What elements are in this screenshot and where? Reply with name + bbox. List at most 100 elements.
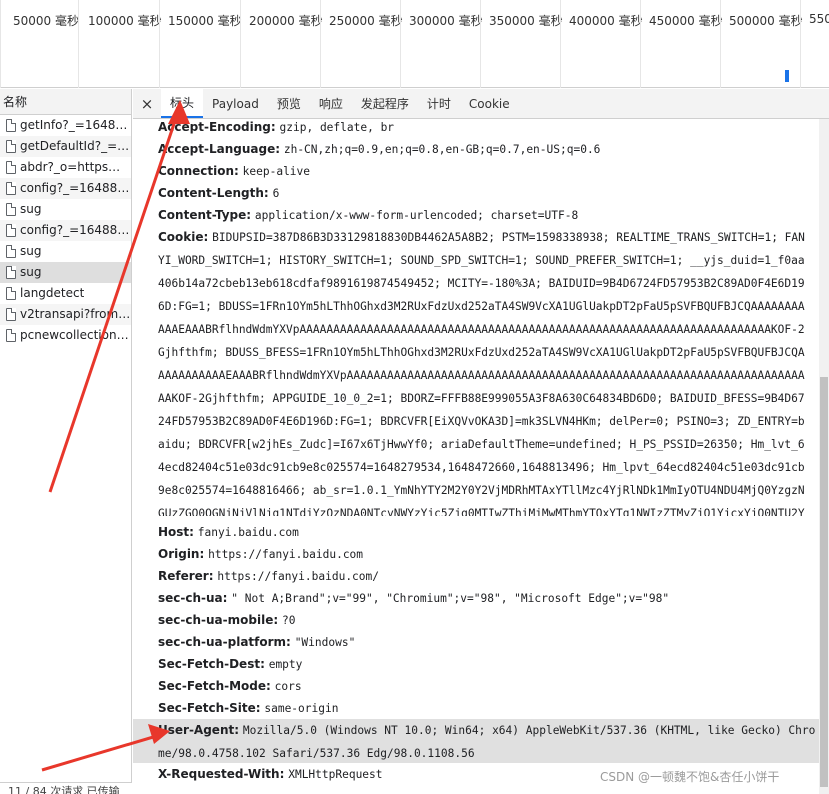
request-name: config?_=164881... [20, 181, 131, 195]
file-icon [6, 140, 16, 153]
tab-response[interactable]: 响应 [310, 89, 352, 118]
timeline-tick: 150000 毫秒 [159, 0, 242, 88]
header-value: Mozilla/5.0 (Windows NT 10.0; Win64; x64… [158, 724, 816, 760]
header-name: Referer: [158, 569, 214, 583]
header-value: ?0 [281, 614, 296, 627]
scrollbar-thumb[interactable] [820, 377, 828, 787]
request-row[interactable]: sug [0, 241, 131, 262]
network-timeline[interactable]: 50000 毫秒 100000 毫秒 150000 毫秒 200000 毫秒 2… [0, 0, 829, 88]
request-row[interactable]: config?_=164881... [0, 178, 131, 199]
tab-headers[interactable]: 标头 [161, 89, 204, 118]
header-row: sec-ch-ua-platform: "Windows" [158, 631, 811, 654]
timeline-tick-label: 350000 毫秒 [489, 14, 563, 28]
timeline-tick-label: 200000 毫秒 [249, 14, 323, 28]
timeline-tick-label: 150000 毫秒 [168, 14, 242, 28]
header-name: Accept-Language: [158, 142, 281, 156]
header-value: application/x-www-form-urlencoded; chars… [254, 209, 579, 222]
header-name: Host: [158, 525, 194, 539]
timeline-tick: 350000 毫秒 [480, 0, 563, 88]
file-icon [6, 161, 16, 174]
timeline-tick-label: 400000 毫秒 [569, 14, 643, 28]
timeline-tick: 500000 毫秒 [720, 0, 803, 88]
header-name: Connection: [158, 164, 239, 178]
header-name: Sec-Fetch-Site: [158, 701, 261, 715]
timeline-tick-label: 50000 毫秒 [13, 14, 79, 28]
header-name: Sec-Fetch-Dest: [158, 657, 265, 671]
request-row[interactable]: getInfo?_=164881... [0, 115, 131, 136]
header-row-cookie: Cookie: BIDUPSID=387D86B3D33129818830DB4… [158, 226, 811, 516]
header-row: Referer: https://fanyi.baidu.com/ [158, 565, 811, 588]
close-icon[interactable]: × [133, 89, 161, 118]
header-row: Sec-Fetch-Dest: empty [158, 653, 811, 676]
header-row: Sec-Fetch-Mode: cors [158, 675, 811, 698]
file-icon [6, 119, 16, 132]
header-name: Origin: [158, 547, 205, 561]
header-value: BIDUPSID=387D86B3D33129818830DB4462A5A8B… [158, 231, 805, 516]
request-name: sug [20, 202, 42, 216]
timeline-request-marker [785, 70, 789, 82]
header-row: sec-ch-ua-mobile: ?0 [158, 609, 811, 632]
header-name: Content-Length: [158, 186, 269, 200]
file-icon [6, 308, 16, 321]
tab-preview[interactable]: 预览 [268, 89, 310, 118]
request-headers-content: Accept-Encoding: gzip, deflate, br Accep… [133, 119, 819, 794]
timeline-tick: 50000 毫秒 [0, 0, 79, 88]
request-row-selected[interactable]: sug [0, 262, 131, 283]
header-value: empty [268, 658, 303, 671]
header-row: Accept-Language: zh-CN,zh;q=0.9,en;q=0.8… [158, 138, 811, 161]
header-name: X-Requested-With: [158, 767, 285, 781]
request-row[interactable]: v2transapi?from=... [0, 304, 131, 325]
header-name: Accept-Encoding: [158, 120, 276, 134]
header-value: gzip, deflate, br [279, 121, 395, 134]
request-name: getDefaultId?_=1... [20, 139, 131, 153]
file-icon [6, 287, 16, 300]
request-name: sug [20, 265, 42, 279]
request-name: v2transapi?from=... [20, 307, 131, 321]
request-name: langdetect [20, 286, 85, 300]
header-name: sec-ch-ua-platform: [158, 635, 291, 649]
request-row[interactable]: abdr?_o=https%3... [0, 157, 131, 178]
request-name: config?_=164881... [20, 223, 131, 237]
request-row[interactable]: langdetect [0, 283, 131, 304]
header-name: User-Agent: [158, 723, 240, 737]
vertical-scrollbar[interactable] [819, 119, 829, 794]
file-icon [6, 182, 16, 195]
header-row-user-agent: User-Agent: Mozilla/5.0 (Windows NT 10.0… [133, 719, 819, 763]
header-row: sec-ch-ua: " Not A;Brand";v="99", "Chrom… [158, 587, 811, 610]
tab-payload[interactable]: Payload [203, 89, 268, 118]
header-row: Content-Length: 6 [158, 182, 811, 205]
tab-timing[interactable]: 计时 [418, 89, 460, 118]
header-value: 6 [272, 187, 280, 200]
timeline-tick-label: 300000 毫秒 [409, 14, 483, 28]
header-name: sec-ch-ua: [158, 591, 228, 605]
request-row[interactable]: pcnewcollection?r... [0, 325, 131, 346]
request-row[interactable]: getDefaultId?_=1... [0, 136, 131, 157]
header-row: Connection: keep-alive [158, 160, 811, 183]
request-row[interactable]: sug [0, 199, 131, 220]
header-row: Content-Type: application/x-www-form-url… [158, 204, 811, 227]
watermark-text: CSDN @一顿魏不饱&杏任小饼干 [600, 770, 780, 784]
timeline-tick-label: 550 [809, 12, 829, 26]
request-list-header[interactable]: 名称 [0, 89, 131, 115]
timeline-tick: 400000 毫秒 [560, 0, 643, 88]
header-value: fanyi.baidu.com [197, 526, 299, 539]
request-row[interactable]: config?_=164881... [0, 220, 131, 241]
header-value: "Windows" [294, 636, 356, 649]
tab-initiator[interactable]: 发起程序 [352, 89, 418, 118]
header-row: Origin: https://fanyi.baidu.com [158, 543, 811, 566]
header-name: Cookie: [158, 230, 209, 244]
request-list[interactable]: 名称 getInfo?_=164881... getDefaultId?_=1.… [0, 89, 132, 794]
request-details-panel: × 标头 Payload 预览 响应 发起程序 计时 Cookie Accept… [133, 89, 829, 794]
timeline-tick: 200000 毫秒 [240, 0, 323, 88]
timeline-tick-label: 100000 毫秒 [88, 14, 162, 28]
tab-cookie[interactable]: Cookie [460, 89, 519, 118]
file-icon [6, 266, 16, 279]
file-icon [6, 329, 16, 342]
header-value: XMLHttpRequest [288, 768, 383, 781]
header-value: https://fanyi.baidu.com [208, 548, 364, 561]
header-value: same-origin [264, 702, 339, 715]
header-value: " Not A;Brand";v="99", "Chromium";v="98"… [231, 592, 670, 605]
header-value: keep-alive [242, 165, 311, 178]
header-value: zh-CN,zh;q=0.9,en;q=0.8,en-GB;q=0.7,en-U… [283, 143, 601, 156]
timeline-tick: 450000 毫秒 [640, 0, 723, 88]
